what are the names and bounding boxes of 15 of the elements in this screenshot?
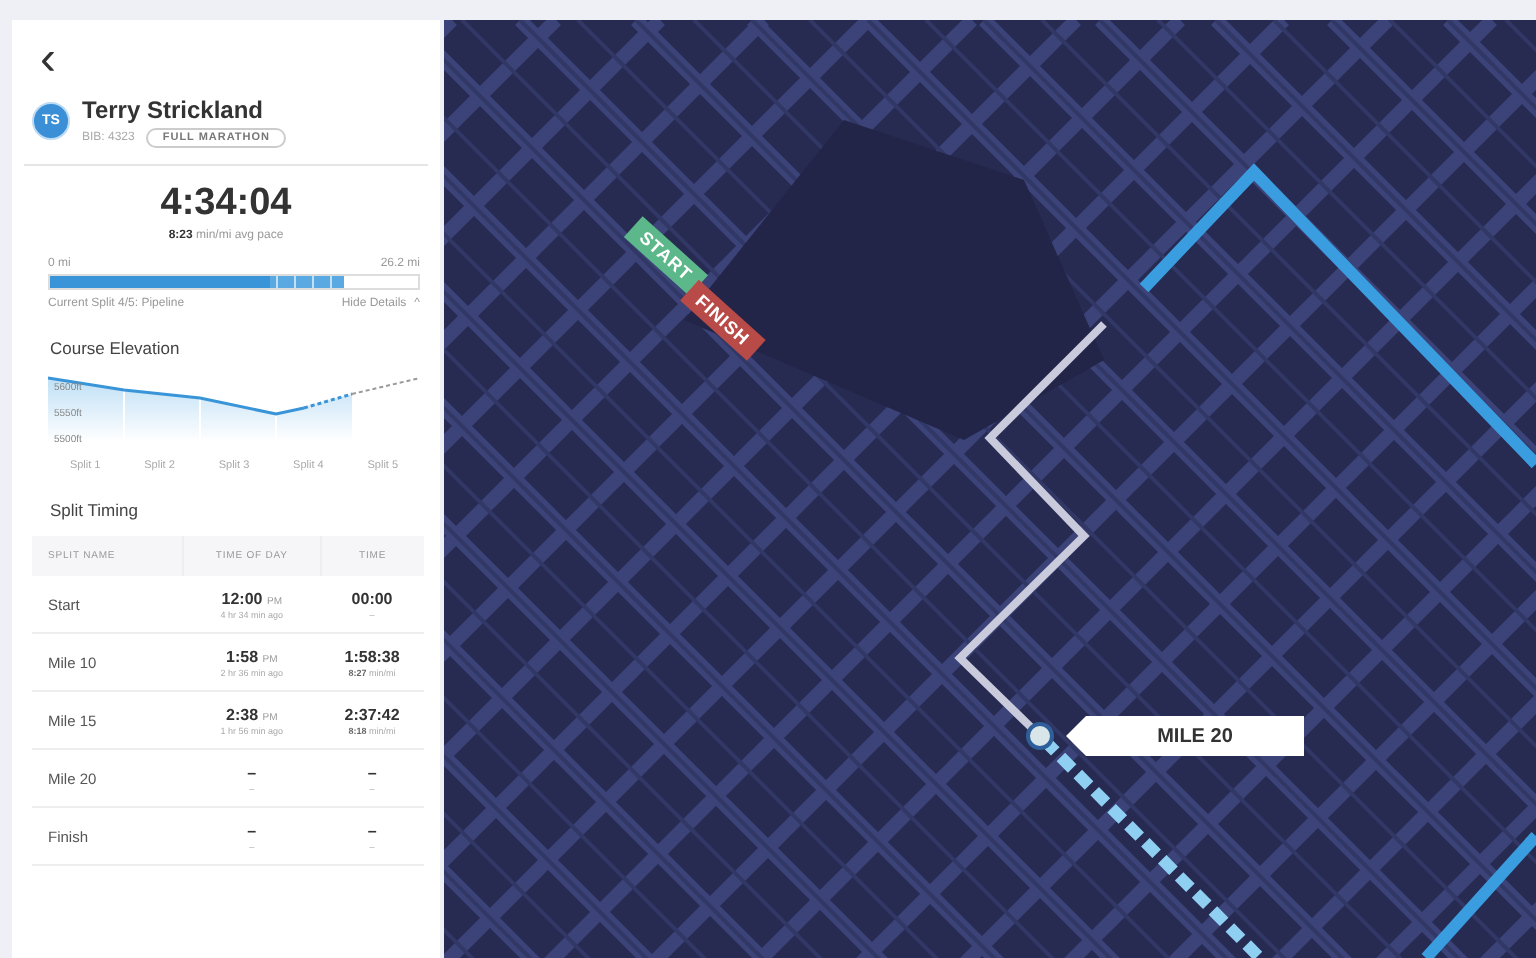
split-time: 00:00 <box>349 589 395 607</box>
time-of-day: – <box>185 763 319 781</box>
mile-marker-icon <box>1026 722 1054 750</box>
section-title: Split Timing <box>50 500 140 520</box>
finish-time: 4:34:04 <box>158 182 294 226</box>
split-time: – <box>365 763 379 781</box>
mile-marker-label: MILE 20 <box>1066 716 1304 756</box>
runner-name: Terry Strickland <box>82 96 265 124</box>
remaining-route-line <box>1421 832 1536 958</box>
split-time: – <box>365 821 379 839</box>
back-button[interactable]: ‹ <box>32 40 64 80</box>
section-title: Course Elevation <box>50 338 182 358</box>
split-time: 1:58:38 <box>342 647 402 665</box>
time-of-day: – <box>185 821 319 839</box>
split-time: 2:37:42 <box>342 705 402 723</box>
